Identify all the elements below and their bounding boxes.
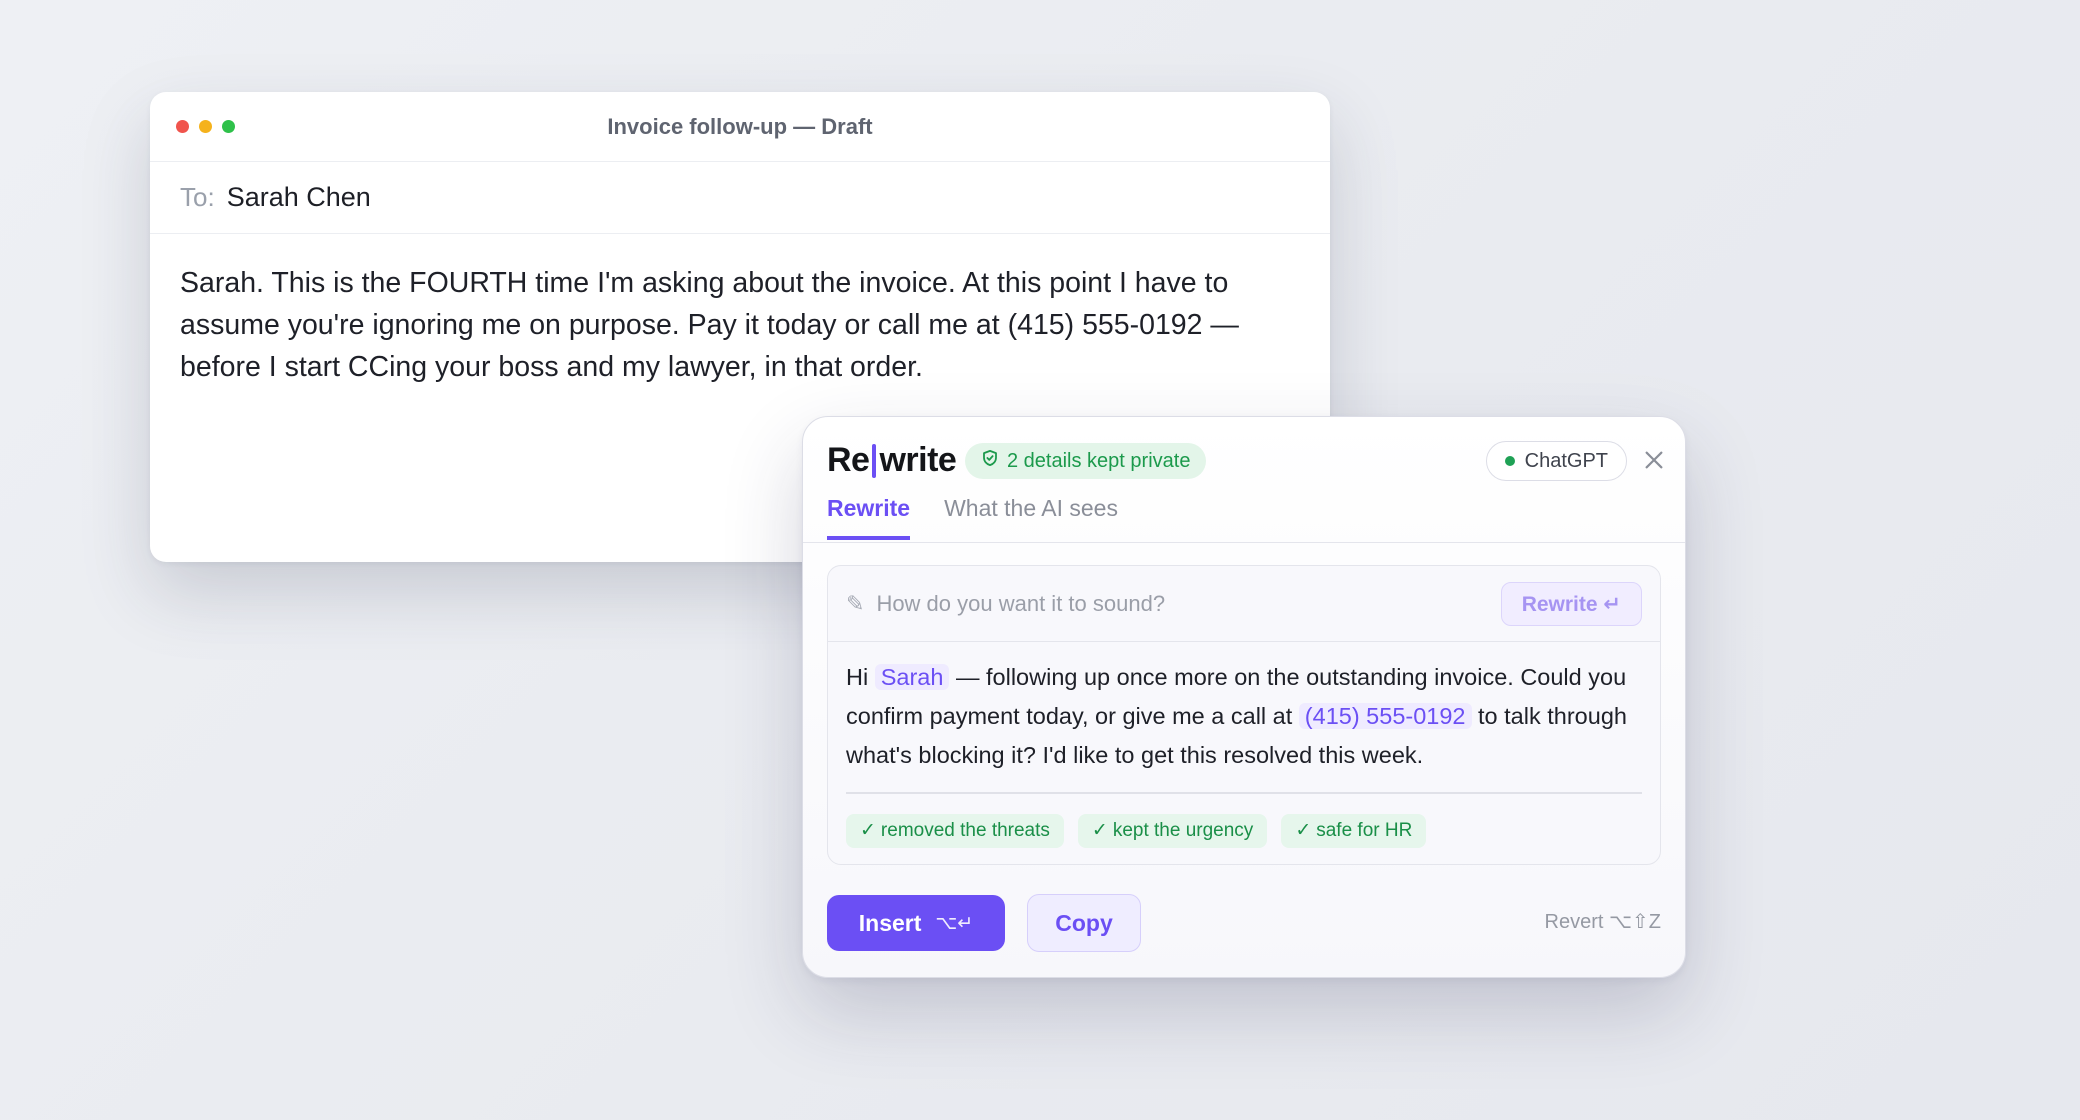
- revert-link[interactable]: Revert ⌥⇧Z: [1545, 909, 1661, 934]
- check-icon: ✓: [860, 820, 876, 841]
- private-phone-token: (415) 555-0192: [1298, 703, 1472, 729]
- recipient-name[interactable]: Sarah Chen: [227, 182, 371, 213]
- panel-footer: Insert ⌥↵ Copy Revert ⌥⇧Z: [827, 894, 1661, 955]
- privacy-badge[interactable]: 2 details kept private: [965, 443, 1207, 479]
- insert-button[interactable]: Insert ⌥↵: [827, 895, 1005, 951]
- insert-button-label: Insert: [858, 909, 922, 936]
- panel-header: Rewrite 2 details kept private ChatGPT: [803, 417, 1685, 543]
- model-name: ChatGPT: [1524, 449, 1608, 472]
- rewrite-button[interactable]: Rewrite ↵: [1500, 582, 1642, 626]
- close-panel-button[interactable]: [1639, 447, 1669, 477]
- check-icon: ✓: [1091, 820, 1108, 841]
- zoom-window-button[interactable]: [222, 120, 235, 133]
- status-dot-icon: [1504, 456, 1515, 466]
- panel-tabs: Rewrite What the AI sees: [827, 495, 1118, 540]
- check-icon: ✓: [1295, 820, 1312, 841]
- recipient-row[interactable]: To: Sarah Chen: [150, 162, 1330, 234]
- rewrite-logo: Re write: [827, 441, 957, 479]
- model-selector[interactable]: ChatGPT: [1485, 441, 1627, 481]
- shield-check-icon: [981, 449, 999, 473]
- rewrite-card: ✎ Rewrite ↵ Hi Sarah — following up once…: [827, 565, 1661, 865]
- chip-removed-threats: ✓ removed the threats: [846, 813, 1064, 848]
- logo-cursor-bar: [872, 443, 877, 478]
- rewrite-panel: Rewrite 2 details kept private ChatGPT: [802, 416, 1686, 978]
- chip-safe-for-hr: ✓ safe for HR: [1281, 813, 1427, 848]
- pencil-icon: ✎: [846, 590, 865, 616]
- change-chips: ✓ removed the threats ✓ kept the urgency…: [828, 794, 1660, 848]
- tone-prompt-input[interactable]: [876, 590, 1477, 617]
- rewritten-text[interactable]: Hi Sarah — following up once more on the…: [828, 642, 1660, 788]
- prompt-row: ✎ Rewrite ↵: [828, 566, 1660, 642]
- tab-rewrite[interactable]: Rewrite: [827, 495, 911, 540]
- private-name-token: Sarah: [874, 664, 950, 690]
- minimize-window-button[interactable]: [199, 120, 212, 133]
- window-title: Invoice follow-up — Draft: [607, 113, 873, 139]
- insert-shortcut: ⌥↵: [935, 912, 974, 934]
- traffic-lights: [176, 120, 235, 133]
- window-titlebar: Invoice follow-up — Draft: [150, 92, 1330, 162]
- privacy-badge-label: 2 details kept private: [1007, 449, 1191, 472]
- chip-kept-urgency: ✓ kept the urgency: [1077, 813, 1268, 848]
- tab-what-the-ai-sees[interactable]: What the AI sees: [944, 495, 1118, 540]
- to-label: To:: [180, 182, 215, 212]
- copy-button[interactable]: Copy: [1027, 894, 1141, 952]
- close-icon: [1643, 449, 1665, 476]
- close-window-button[interactable]: [176, 120, 189, 133]
- email-body[interactable]: Sarah. This is the FOURTH time I'm askin…: [150, 234, 1310, 416]
